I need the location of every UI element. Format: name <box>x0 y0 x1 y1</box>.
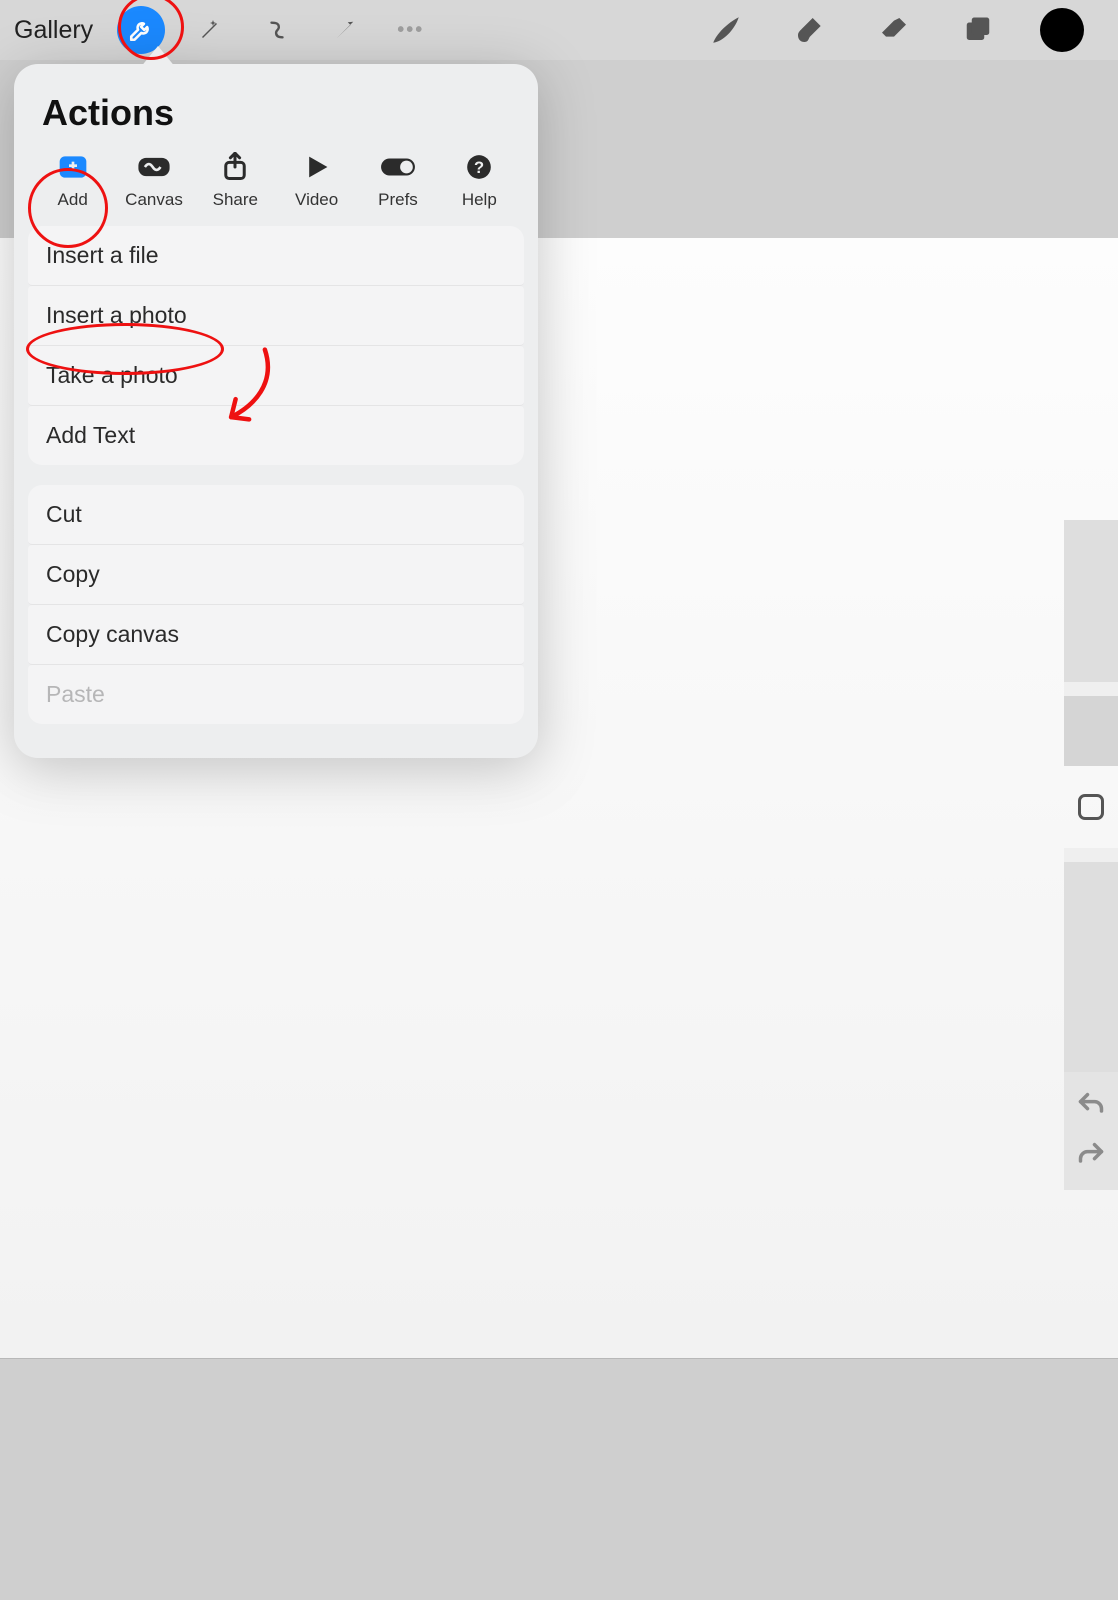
layers-icon <box>963 15 993 45</box>
brush-size-slider[interactable] <box>1064 520 1118 766</box>
tab-help[interactable]: ? Help <box>439 152 520 210</box>
add-image-icon <box>57 152 89 182</box>
list-group-insert: Insert a file Insert a photo Take a phot… <box>28 226 524 465</box>
opacity-slider[interactable] <box>1064 848 1118 1072</box>
slider-thumb[interactable] <box>1064 848 1118 862</box>
smudge-icon <box>794 14 826 46</box>
right-side-panel <box>1064 520 1118 1224</box>
tab-canvas[interactable]: Canvas <box>113 152 194 210</box>
tab-video[interactable]: Video <box>276 152 357 210</box>
eraser-button[interactable] <box>870 6 918 54</box>
actions-list: Insert a file Insert a photo Take a phot… <box>28 226 524 724</box>
item-add-text[interactable]: Add Text <box>28 406 524 465</box>
redo-icon[interactable] <box>1077 1142 1105 1166</box>
wrench-icon <box>128 17 154 43</box>
svg-text:?: ? <box>474 158 484 177</box>
list-group-clipboard: Cut Copy Copy canvas Paste <box>28 485 524 724</box>
item-take-photo[interactable]: Take a photo <box>28 346 524 406</box>
toolbar-right-group <box>684 6 1104 54</box>
tab-label: Video <box>295 190 338 210</box>
tab-label: Add <box>58 190 88 210</box>
item-copy-canvas[interactable]: Copy canvas <box>28 605 524 665</box>
item-cut[interactable]: Cut <box>28 485 524 545</box>
undo-redo-group <box>1064 1072 1118 1190</box>
tab-label: Prefs <box>378 190 418 210</box>
tab-label: Canvas <box>125 190 183 210</box>
slider-thumb[interactable] <box>1064 682 1118 696</box>
adjust-wand-button[interactable] <box>185 6 233 54</box>
smudge-button[interactable] <box>786 6 834 54</box>
actions-popover: Actions Add Canvas Share Video Prefs <box>14 64 538 758</box>
brush-icon <box>709 13 743 47</box>
brush-button[interactable] <box>702 6 750 54</box>
tab-share[interactable]: Share <box>195 152 276 210</box>
tab-label: Share <box>213 190 258 210</box>
modify-square-button[interactable] <box>1078 794 1104 820</box>
selection-button[interactable] <box>253 6 301 54</box>
undo-icon[interactable] <box>1077 1092 1105 1116</box>
tab-label: Help <box>462 190 497 210</box>
gallery-button[interactable]: Gallery <box>14 16 93 45</box>
tab-prefs[interactable]: Prefs <box>357 152 438 210</box>
more-ellipsis-icon[interactable]: ••• <box>397 19 424 42</box>
actions-tabs: Add Canvas Share Video Prefs ? Help <box>14 148 538 226</box>
color-swatch-icon <box>1040 8 1084 52</box>
toggle-icon <box>380 155 416 179</box>
item-copy[interactable]: Copy <box>28 545 524 605</box>
item-insert-file[interactable]: Insert a file <box>28 226 524 286</box>
arrow-icon <box>334 19 356 41</box>
actions-popover-wrap: Actions Add Canvas Share Video Prefs <box>14 64 538 758</box>
popover-title: Actions <box>14 64 538 148</box>
color-swatch-button[interactable] <box>1038 6 1086 54</box>
share-icon <box>223 152 247 182</box>
video-play-icon <box>304 154 330 180</box>
select-icon <box>266 19 288 41</box>
eraser-icon <box>878 14 910 46</box>
help-icon: ? <box>466 154 492 180</box>
transform-arrow-button[interactable] <box>321 6 369 54</box>
item-insert-photo[interactable]: Insert a photo <box>28 286 524 346</box>
tab-add[interactable]: Add <box>32 152 113 210</box>
layers-button[interactable] <box>954 6 1002 54</box>
wand-icon <box>197 18 221 42</box>
item-paste: Paste <box>28 665 524 724</box>
canvas-icon <box>137 154 171 180</box>
bottom-strip <box>0 1358 1118 1600</box>
